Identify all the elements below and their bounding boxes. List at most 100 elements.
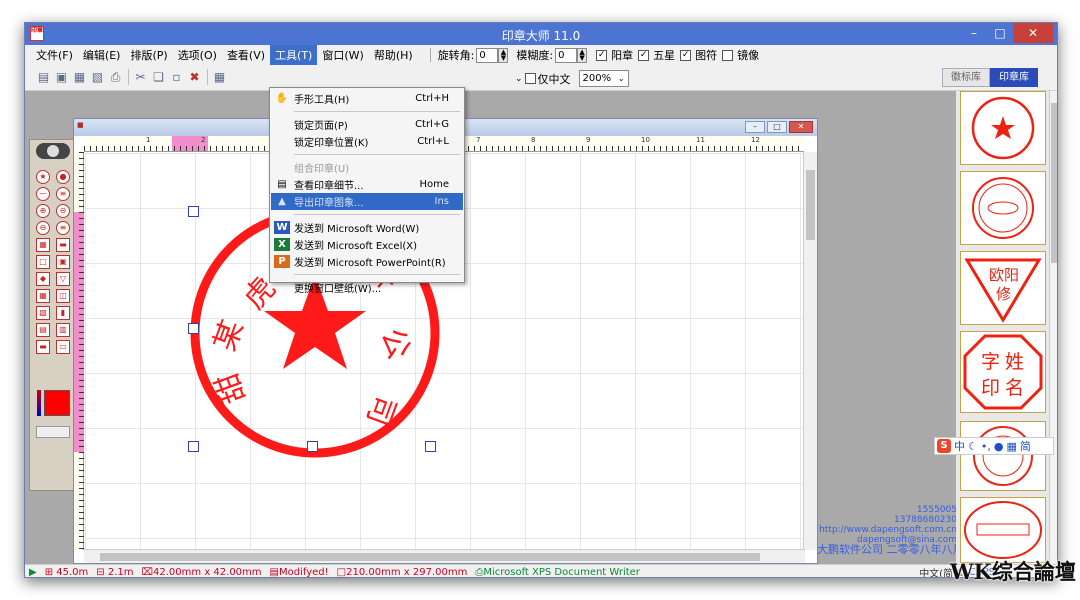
save-icon[interactable]: ▦ (71, 69, 88, 86)
library-scrollbar[interactable] (1049, 91, 1057, 564)
resize-handle[interactable] (188, 323, 199, 334)
keyboard-icon[interactable]: ▦ (1006, 440, 1016, 453)
resize-handle[interactable] (425, 441, 436, 452)
menu-item-11[interactable]: P 发送到 Microsoft PowerPoint(R) (271, 253, 463, 270)
menu-tools[interactable]: 工具(T) (270, 45, 318, 65)
ime-punctuation[interactable]: •, (981, 440, 991, 453)
doc-maximize-button[interactable]: □ (767, 121, 787, 133)
eye-icon[interactable] (36, 143, 70, 159)
yang-checkbox[interactable]: ✓ (596, 49, 608, 61)
circle-star-tool-icon[interactable]: ★ (36, 170, 50, 184)
tab-logo-library[interactable]: 徽标库 (942, 68, 990, 87)
microphone-icon[interactable]: ● (994, 440, 1004, 453)
circle-dot-tool-icon[interactable]: ● (56, 170, 70, 184)
rotation-spinner[interactable]: ▲ ▼ (498, 47, 509, 63)
library-item-ellipse[interactable] (960, 497, 1046, 563)
grid-icon[interactable]: ▦ (211, 69, 228, 86)
color-gradient-bar[interactable] (37, 390, 41, 416)
ruler-number: 11 (696, 136, 705, 144)
ellipse-tool-icon[interactable]: ⊕ (36, 204, 50, 218)
ellipse-double-tool-icon[interactable]: ≡ (56, 221, 70, 235)
menu-item-2[interactable]: 锁定页面(P) Ctrl+G (271, 116, 463, 133)
copy-icon[interactable]: ❏ (150, 69, 167, 86)
circle-double-tool-icon[interactable]: ≡ (56, 187, 70, 201)
symbol-checkbox[interactable]: ✓ (680, 49, 692, 61)
moon-icon[interactable]: ☾ (968, 440, 978, 453)
menu-file[interactable]: 文件(F) (31, 45, 78, 65)
menu-item-9[interactable]: W 发送到 Microsoft Word(W) (271, 219, 463, 236)
menu-layout[interactable]: 排版(P) (125, 45, 172, 65)
ime-chinese-mode[interactable]: 中 (954, 438, 965, 454)
doc-minimize-button[interactable]: – (745, 121, 765, 133)
tool-extra-icon[interactable] (36, 426, 70, 438)
scroll-thumb[interactable] (1051, 103, 1057, 263)
rotation-input[interactable]: 0 (476, 47, 499, 63)
new-icon[interactable]: ▤ (35, 69, 52, 86)
resize-handle[interactable] (307, 441, 318, 452)
diamond-tool-icon[interactable]: ◆ (36, 272, 50, 286)
maximize-button[interactable]: □ (987, 23, 1013, 43)
color-swatch[interactable] (44, 390, 70, 416)
menu-item-shortcut: Ctrl+G (415, 119, 449, 130)
square-half-tool-icon[interactable]: ▥ (56, 323, 70, 337)
menu-window[interactable]: 窗口(W) (317, 45, 368, 65)
resize-handle[interactable] (188, 206, 199, 217)
library-item-octagon[interactable]: 姓 字 印 名 (960, 331, 1046, 413)
print-icon[interactable]: ⎙ (107, 69, 124, 86)
square-grid-tool-icon[interactable]: ▦ (36, 238, 50, 252)
menu-options[interactable]: 选项(O) (173, 45, 222, 65)
blur-spinner[interactable]: ▲ ▼ (577, 47, 588, 63)
blur-input[interactable]: 0 (555, 47, 578, 63)
zoom-select[interactable]: 200% ⌄ (578, 70, 629, 87)
star-checkbox[interactable]: ✓ (638, 49, 650, 61)
ime-toolbar[interactable]: S 中 ☾ •, ● ▦ 简 (934, 437, 1054, 455)
menu-view[interactable]: 查看(V) (222, 45, 270, 65)
doc-close-button[interactable]: ✕ (789, 121, 813, 133)
rect-grid-tool-icon[interactable]: ▭ (56, 340, 70, 354)
menu-item-13[interactable]: 更换窗口壁纸(W)... (271, 279, 463, 296)
menu-item-10[interactable]: X 发送到 Microsoft Excel(X) (271, 236, 463, 253)
square-double-tool-icon[interactable]: ▣ (56, 255, 70, 269)
open-folder-icon[interactable]: ▣ (53, 69, 70, 86)
save-as-icon[interactable]: ▧ (89, 69, 106, 86)
square-split-tool-icon[interactable]: ◫ (56, 289, 70, 303)
square-tool-icon[interactable]: □ (36, 255, 50, 269)
menu-item-3[interactable]: 锁定印章位置(K) Ctrl+L (271, 133, 463, 150)
square-layout-tool-icon[interactable]: ▤ (36, 323, 50, 337)
paste-icon[interactable]: ▫ (168, 69, 185, 86)
resize-handle[interactable] (188, 441, 199, 452)
menu-edit[interactable]: 编辑(E) (78, 45, 126, 65)
excel-icon: X (274, 238, 290, 251)
menu-item-7[interactable]: ▲ 导出印章图象... Ins (271, 193, 463, 210)
tab-stamp-library[interactable]: 印章库 (990, 68, 1038, 87)
menu-item-6[interactable]: ▤ 查看印章细节... Home (271, 176, 463, 193)
minimize-button[interactable]: – (961, 23, 987, 43)
rect-layout-tool-icon[interactable]: ▬ (36, 340, 50, 354)
menu-item-0[interactable]: ✋ 手形工具(H) Ctrl+H (271, 90, 463, 107)
circle-line-tool-icon[interactable]: — (36, 187, 50, 201)
delete-icon[interactable]: ✖ (186, 69, 203, 86)
ellipse-line-tool-icon[interactable]: ⊖ (36, 221, 50, 235)
square-bars-tool-icon[interactable]: ▧ (36, 306, 50, 320)
scroll-thumb[interactable] (806, 170, 815, 240)
scroll-thumb[interactable] (100, 553, 760, 561)
square-pillar-tool-icon[interactable]: ▮ (56, 306, 70, 320)
library-item-round-text[interactable] (960, 421, 1046, 491)
triangle-tool-icon[interactable]: ▽ (56, 272, 70, 286)
menu-help[interactable]: 帮助(H) (369, 45, 418, 65)
cut-icon[interactable]: ✂ (132, 69, 149, 86)
ellipse-wide-tool-icon[interactable]: ⊖ (56, 204, 70, 218)
library-item-triangle[interactable]: 欧阳 修 (960, 251, 1046, 325)
vertical-scrollbar[interactable] (803, 152, 817, 550)
ime-simplified[interactable]: 简 (1020, 438, 1031, 454)
library-item-round-star[interactable] (960, 91, 1046, 165)
library-item-round-double[interactable] (960, 171, 1046, 245)
square-cross-tool-icon[interactable]: ▦ (36, 289, 50, 303)
rect-wide-tool-icon[interactable]: ▬ (56, 238, 70, 252)
chevron-down-icon[interactable]: ⌄ (515, 74, 523, 84)
only-chinese-checkbox[interactable] (524, 73, 536, 84)
position-y: ⊟ 2.1m (96, 566, 134, 578)
close-button[interactable]: ✕ (1013, 23, 1053, 43)
mirror-checkbox[interactable] (722, 49, 734, 61)
horizontal-scrollbar[interactable] (84, 549, 805, 563)
